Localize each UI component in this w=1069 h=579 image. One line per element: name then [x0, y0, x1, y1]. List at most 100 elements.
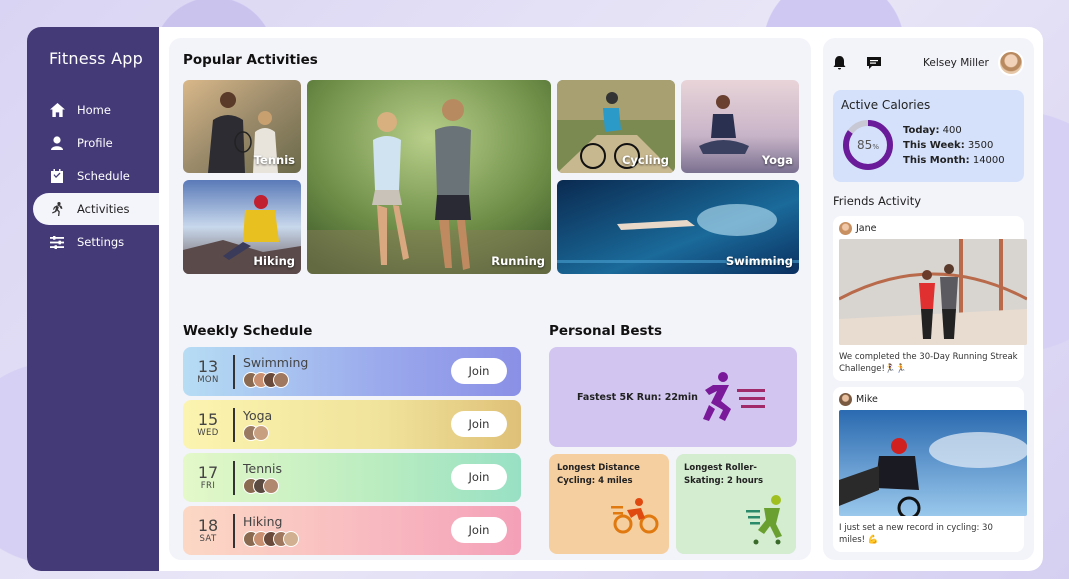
bell-icon[interactable] — [833, 55, 849, 71]
avatar — [263, 478, 279, 494]
calories-percent: 85 — [857, 138, 872, 152]
sliders-icon — [49, 234, 65, 250]
schedule-item: 13 MON Swimming Join — [183, 347, 521, 396]
schedule-date: 17 FRI — [183, 464, 233, 491]
popular-activities-title: Popular Activities — [183, 52, 318, 68]
today-value: 400 — [942, 124, 962, 136]
schedule-activity: Hiking — [243, 514, 299, 547]
friend-post: Jane We completed the 30-Day Running Str… — [833, 216, 1027, 381]
tile-label: Cycling — [621, 153, 669, 167]
schedule-activity: Yoga — [243, 408, 272, 441]
activity-tile-yoga[interactable]: Yoga — [681, 80, 799, 173]
activity-tile-running[interactable]: Running — [307, 80, 551, 274]
schedule-day: 17 — [197, 463, 219, 482]
friend-header: Jane — [839, 222, 1018, 235]
schedule-date: 18 SAT — [183, 517, 233, 544]
schedule-divider — [233, 513, 235, 548]
schedule-activity: Swimming — [243, 355, 308, 388]
sidebar-item-schedule[interactable]: Schedule — [27, 160, 159, 192]
sidebar-item-activities[interactable]: Activities — [33, 193, 159, 225]
right-panel: Kelsey Miller Active Calories 85% Today:… — [823, 38, 1034, 560]
best-skating-text: Longest Roller-Skating: 2 hours — [684, 463, 764, 486]
participant-avatars — [243, 478, 282, 494]
sidebar-item-label: Settings — [77, 235, 125, 249]
schedule-day: 18 — [197, 516, 219, 535]
friend-avatar — [839, 222, 852, 235]
schedule-activity: Tennis — [243, 461, 282, 494]
best-skating-card: Longest Roller-Skating: 2 hours — [676, 454, 796, 554]
calories-percent-unit: % — [872, 143, 879, 151]
schedule-day: 13 — [197, 357, 219, 376]
sidebar-item-home[interactable]: Home — [27, 94, 159, 126]
schedule-activity-name: Tennis — [243, 461, 283, 476]
weekly-schedule: Weekly Schedule 13 MON Swimming Join 15 … — [183, 323, 521, 559]
runner-icon — [703, 372, 765, 421]
schedule-activity-name: Swimming — [243, 355, 309, 370]
sidebar-item-label: Activities — [77, 202, 130, 216]
cyclist-image — [839, 410, 1027, 516]
avatar — [283, 531, 299, 547]
sidebar-item-label: Profile — [77, 136, 113, 150]
week-value: 3500 — [967, 139, 994, 151]
activity-tile-hiking[interactable]: Hiking — [183, 180, 301, 274]
sidebar-item-settings[interactable]: Settings — [27, 226, 159, 258]
schedule-weekday: MON — [197, 375, 219, 385]
friend-avatar — [839, 393, 852, 406]
activity-tile-tennis[interactable]: Tennis — [183, 80, 301, 173]
weekly-schedule-title: Weekly Schedule — [183, 323, 313, 339]
participant-avatars — [243, 425, 272, 441]
roller-skating-icon — [746, 495, 782, 545]
friend-name: Jane — [856, 223, 877, 234]
schedule-divider — [233, 407, 235, 442]
month-value: 14000 — [972, 154, 1005, 166]
activity-tile-swimming[interactable]: Swimming — [557, 180, 799, 274]
month-label: This Month: — [903, 154, 970, 166]
home-icon — [49, 102, 65, 118]
join-button[interactable]: Join — [451, 517, 507, 543]
best-cycling-card: Longest Distance Cycling: 4 miles — [549, 454, 669, 554]
running-image — [307, 80, 551, 274]
best-5k-card: Fastest 5K Run: 22min — [549, 347, 797, 447]
schedule-activity-name: Yoga — [243, 408, 273, 423]
today-label: Today: — [903, 124, 940, 136]
sidebar: Fitness App Home Profile Schedule Activi… — [27, 27, 159, 571]
chat-icon[interactable] — [867, 55, 883, 71]
schedule-weekday: WED — [197, 428, 219, 438]
sidebar-item-label: Schedule — [77, 169, 130, 183]
activities-grid: Tennis Running Cycling Yoga Hiking Swimm… — [183, 80, 799, 274]
join-button[interactable]: Join — [451, 464, 507, 490]
user-name: Kelsey Miller — [923, 57, 989, 69]
activity-tile-cycling[interactable]: Cycling — [557, 80, 675, 173]
app-window: Fitness App Home Profile Schedule Activi… — [27, 27, 1043, 571]
participant-avatars — [243, 372, 308, 388]
friend-post-image — [839, 410, 1027, 516]
tile-label: Yoga — [761, 153, 793, 167]
best-5k-text: Fastest 5K Run: 22min — [577, 391, 698, 403]
friend-post: Mike I just set a new record in cycling:… — [833, 387, 1027, 552]
friend-header: Mike — [839, 393, 1018, 406]
friend-post-text: We completed the 30-Day Running Streak C… — [839, 352, 1018, 374]
avatar — [253, 425, 269, 441]
schedule-date: 15 WED — [183, 411, 233, 438]
user-icon — [49, 135, 65, 151]
schedule-divider — [233, 460, 235, 495]
sidebar-item-profile[interactable]: Profile — [27, 127, 159, 159]
friend-name: Mike — [856, 394, 878, 405]
main-content: Popular Activities Tennis Running Cyclin… — [169, 38, 811, 560]
schedule-item: 17 FRI Tennis Join — [183, 453, 521, 502]
user-avatar[interactable] — [998, 50, 1024, 76]
personal-bests: Personal Bests Fastest 5K Run: 22min Lon… — [549, 323, 797, 554]
schedule-activity-name: Hiking — [243, 514, 283, 529]
friend-post-text: I just set a new record in cycling: 30 m… — [839, 523, 993, 545]
join-button[interactable]: Join — [451, 358, 507, 384]
calories-body: 85% Today: 400 This Week: 3500 This Mont… — [841, 118, 1016, 172]
schedule-item: 15 WED Yoga Join — [183, 400, 521, 449]
schedule-divider — [233, 354, 235, 389]
calendar-check-icon — [49, 168, 65, 184]
week-label: This Week: — [903, 139, 965, 151]
calories-stats: Today: 400 This Week: 3500 This Month: 1… — [903, 123, 1005, 168]
sidebar-item-label: Home — [77, 103, 111, 117]
participant-avatars — [243, 531, 299, 547]
schedule-item: 18 SAT Hiking Join — [183, 506, 521, 555]
join-button[interactable]: Join — [451, 411, 507, 437]
